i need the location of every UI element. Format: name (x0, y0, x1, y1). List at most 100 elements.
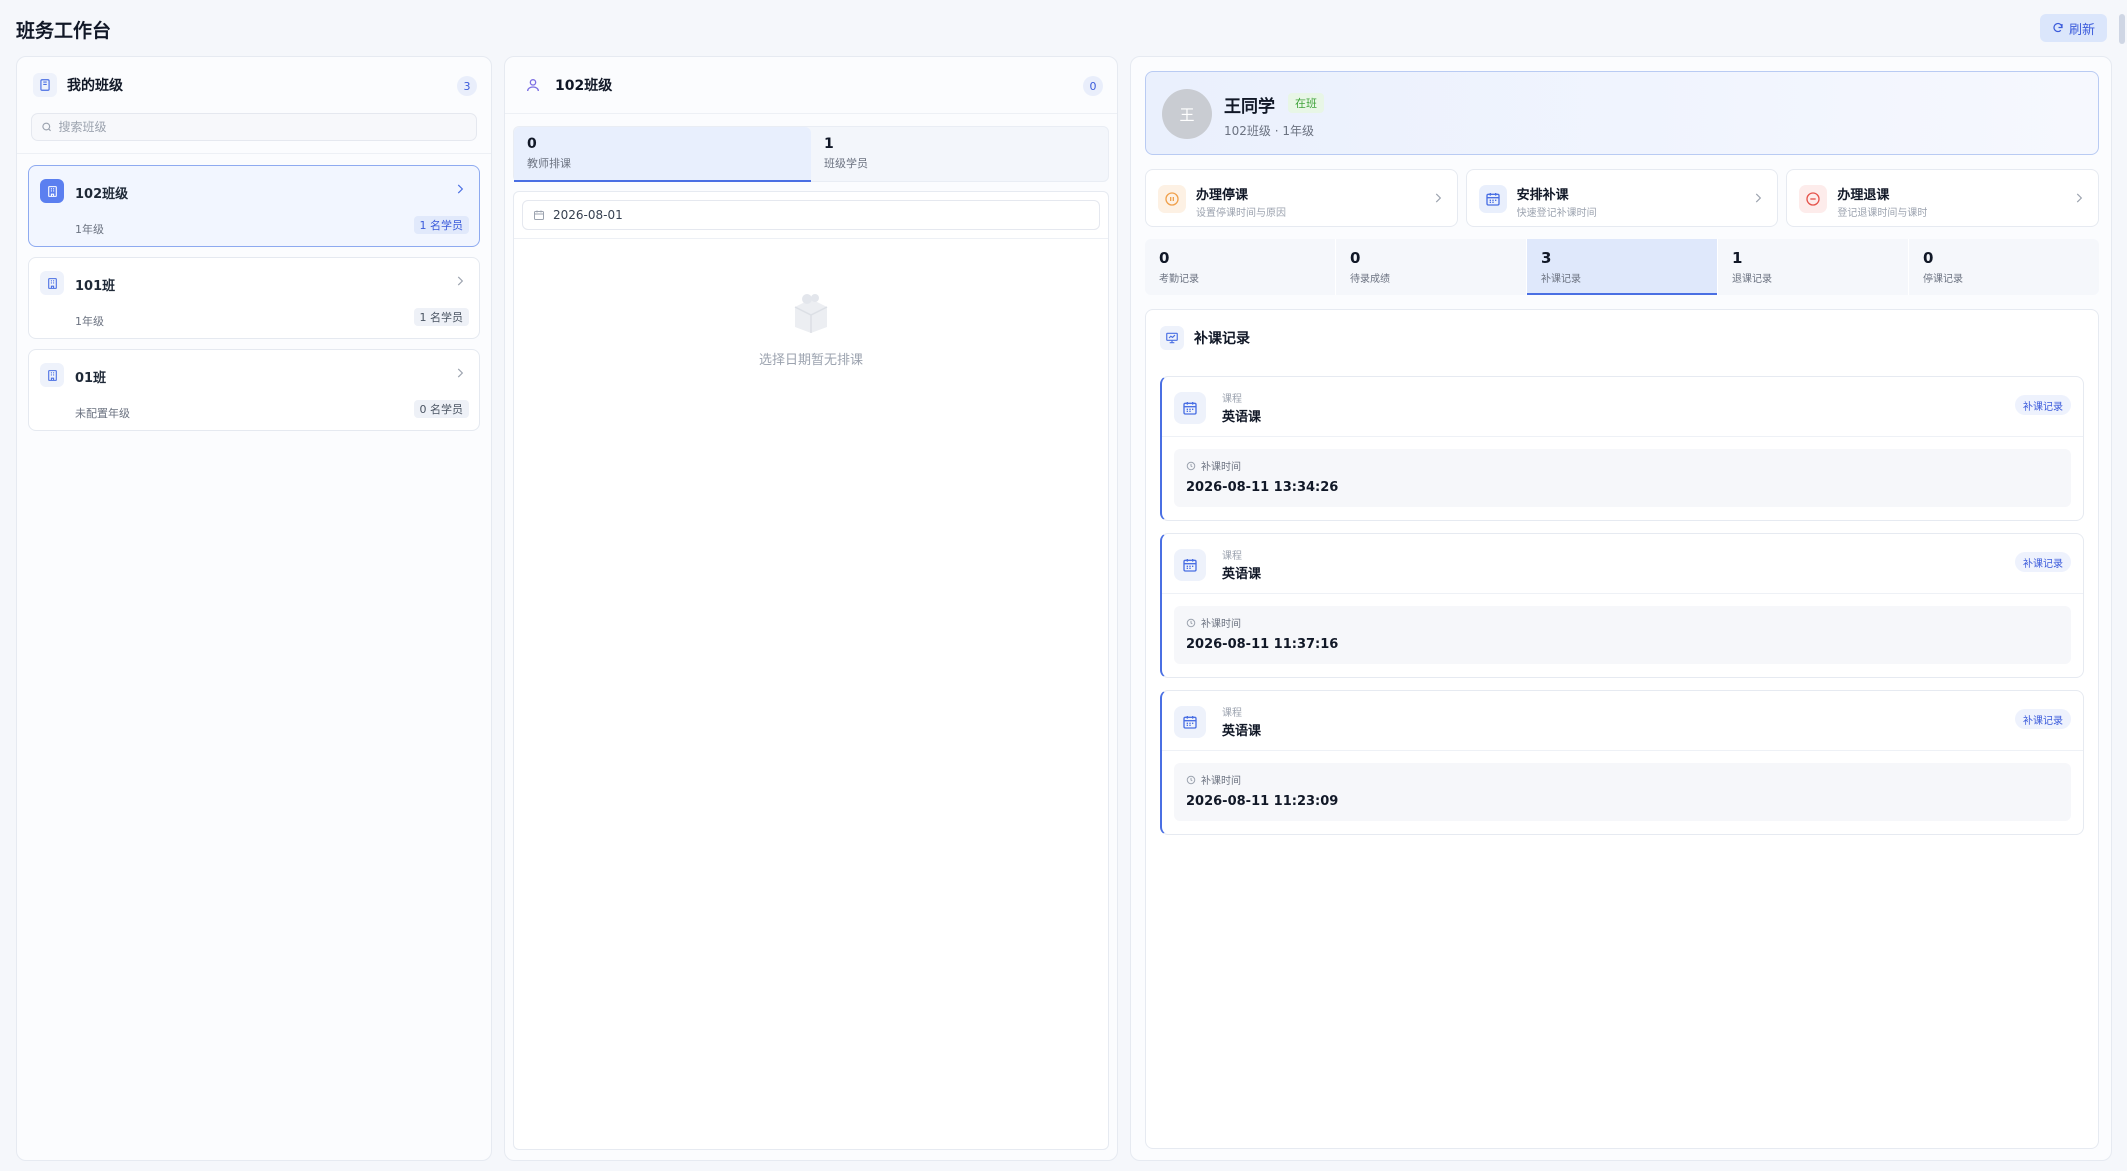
student-class-grade: 102班级 · 1年级 (1224, 124, 1314, 138)
course-name: 英语课 (1222, 410, 1262, 425)
calendar-icon (1174, 392, 1206, 424)
status-badge: 在班 (1288, 93, 1324, 113)
class-name: 01班 (75, 371, 107, 386)
record-card[interactable]: 课程 英语课 补课记录 补课时间 2026-08-11 11:37:16 (1160, 533, 2084, 678)
class-item-102[interactable]: 102班级 1年级 1 名学员 (28, 165, 480, 247)
course-label: 课程 (1222, 394, 1242, 405)
arrange-makeup-button[interactable]: 安排补课 快速登记补课时间 (1465, 169, 1779, 227)
date-picker[interactable]: 2026-08-01 (522, 200, 1100, 230)
student-count-badge: 1 名学员 (413, 216, 469, 234)
records-list: 课程 英语课 补课记录 补课时间 2026-08-11 13:34:26 课程 … (1146, 366, 2098, 845)
class-grade: 1年级 (75, 315, 104, 328)
stat-label: 待录成绩 (1350, 274, 1390, 285)
record-card[interactable]: 课程 英语课 补课记录 补课时间 2026-08-11 13:34:26 (1160, 376, 2084, 521)
course-label: 课程 (1222, 551, 1242, 562)
record-type-tag: 补课记录 (2015, 709, 2071, 729)
chevron-right-icon (457, 184, 464, 194)
stat-makeup-records[interactable]: 3 补课记录 (1527, 239, 1718, 295)
student-name: 王同学 (1224, 97, 1275, 117)
stat-suspend-records[interactable]: 0 停课记录 (1909, 239, 2099, 295)
student-count-badge: 1 名学员 (413, 308, 469, 326)
chevron-right-icon (1756, 193, 1762, 203)
action-title: 办理停课 (1196, 188, 1249, 203)
date-value: 2026-08-01 (553, 208, 623, 222)
building-icon (40, 179, 64, 203)
tab-class-students[interactable]: 1 班级学员 (811, 127, 1108, 181)
record-time-box: 补课时间 2026-08-11 13:34:26 (1174, 449, 2071, 507)
avatar: 王 (1162, 89, 1212, 139)
stat-label: 退课记录 (1732, 274, 1772, 285)
tab-count: 0 (527, 136, 537, 152)
stat-pending-grades[interactable]: 0 待录成绩 (1336, 239, 1527, 295)
chevron-right-icon (2076, 193, 2083, 203)
empty-box-icon (794, 294, 828, 333)
withdraw-course-button[interactable]: 办理退课 登记退课时间与课时 (1786, 169, 2100, 227)
time-label-text: 补课时间 (1201, 776, 1241, 787)
stat-attendance[interactable]: 0 考勤记录 (1145, 239, 1336, 295)
presentation-icon (1160, 326, 1184, 350)
class-item-01[interactable]: 01班 未配置年级 0 名学员 (28, 349, 480, 431)
class-list: 102班级 1年级 1 名学员 101班 1年级 1 名学员 01班 未配置年级… (17, 154, 491, 442)
record-time-box: 补课时间 2026-08-11 11:37:16 (1174, 606, 2071, 664)
action-desc: 登记退课时间与课时 (1837, 208, 1928, 219)
refresh-button[interactable]: 刷新 (2039, 14, 2107, 42)
makeup-time: 2026-08-11 13:34:26 (1186, 480, 1339, 495)
time-label: 补课时间 (1186, 772, 1241, 787)
time-label: 补课时间 (1186, 458, 1241, 473)
record-type-tag: 补课记录 (2015, 395, 2071, 415)
stat-label: 补课记录 (1541, 274, 1581, 285)
record-header: 课程 英语课 补课记录 (1162, 377, 2083, 437)
makeup-time: 2026-08-11 11:23:09 (1186, 794, 1339, 809)
student-count-badge: 0 名学员 (413, 400, 469, 418)
minus-circle-icon (1799, 185, 1828, 213)
calendar-icon (1174, 706, 1206, 738)
app-root: 班务工作台 刷新 我的班级 3 102班级 1年 (0, 0, 2127, 1171)
calendar-icon (1174, 549, 1206, 581)
class-name: 101班 (75, 279, 116, 294)
class-search-box[interactable] (31, 113, 477, 141)
class-detail-count-badge: 0 (1083, 76, 1103, 96)
class-count-badge: 3 (457, 76, 477, 96)
building-icon (40, 363, 64, 387)
action-desc: 快速登记补课时间 (1516, 208, 1597, 219)
clock-icon (1186, 461, 1196, 470)
class-detail-title: 102班级 (555, 78, 613, 94)
time-label-text: 补课时间 (1201, 462, 1241, 473)
user-icon (521, 73, 545, 97)
student-actions: 办理停课 设置停课时间与原因 安排补课 快速登记补课时间 办理退课 登记退课时间… (1145, 169, 2100, 227)
class-search-input[interactable] (58, 120, 467, 134)
course-label: 课程 (1222, 708, 1242, 719)
stat-count: 0 (1923, 249, 1934, 267)
book-icon (33, 73, 57, 97)
class-grade: 未配置年级 (75, 407, 130, 420)
pause-icon (1158, 185, 1186, 213)
record-card[interactable]: 课程 英语课 补课记录 补课时间 2026-08-11 11:23:09 (1160, 690, 2084, 835)
action-title: 办理退课 (1837, 188, 1890, 203)
stat-count: 3 (1541, 249, 1552, 267)
scrollbar[interactable] (2119, 14, 2125, 44)
suspend-course-button[interactable]: 办理停课 设置停课时间与原因 (1145, 169, 1458, 227)
stat-label: 停课记录 (1923, 274, 1963, 285)
tab-teacher-schedule[interactable]: 0 教师排课 (514, 127, 811, 182)
refresh-label: 刷新 (2068, 22, 2095, 38)
class-detail-panel: 102班级 0 0 教师排课 1 班级学员 2026-08-01 选择日期暂无排… (504, 56, 1118, 1161)
time-label-text: 补课时间 (1201, 619, 1241, 630)
tab-label: 班级学员 (824, 157, 868, 170)
page-title: 班务工作台 (16, 20, 112, 42)
course-name: 英语课 (1222, 724, 1262, 739)
record-time-box: 补课时间 2026-08-11 11:23:09 (1174, 763, 2071, 821)
my-classes-header: 我的班级 3 (17, 57, 491, 113)
record-header: 课程 英语课 补课记录 (1162, 691, 2083, 751)
class-item-101[interactable]: 101班 1年级 1 名学员 (28, 257, 480, 339)
class-detail-tabs: 0 教师排课 1 班级学员 (513, 126, 1109, 182)
calendar-icon (1478, 185, 1507, 213)
refresh-icon (2053, 22, 2063, 33)
empty-text: 选择日期暂无排课 (758, 353, 863, 368)
clock-icon (1186, 775, 1196, 784)
building-icon (40, 271, 64, 295)
stat-withdraw-records[interactable]: 1 退课记录 (1718, 239, 1909, 295)
my-classes-title: 我的班级 (67, 78, 123, 94)
student-detail-panel: 王 王同学 在班 102班级 · 1年级 办理停课 设置停课时间与原因 安排补课… (1130, 56, 2112, 1161)
divider (514, 238, 1108, 239)
class-detail-header: 102班级 0 (505, 57, 1117, 113)
